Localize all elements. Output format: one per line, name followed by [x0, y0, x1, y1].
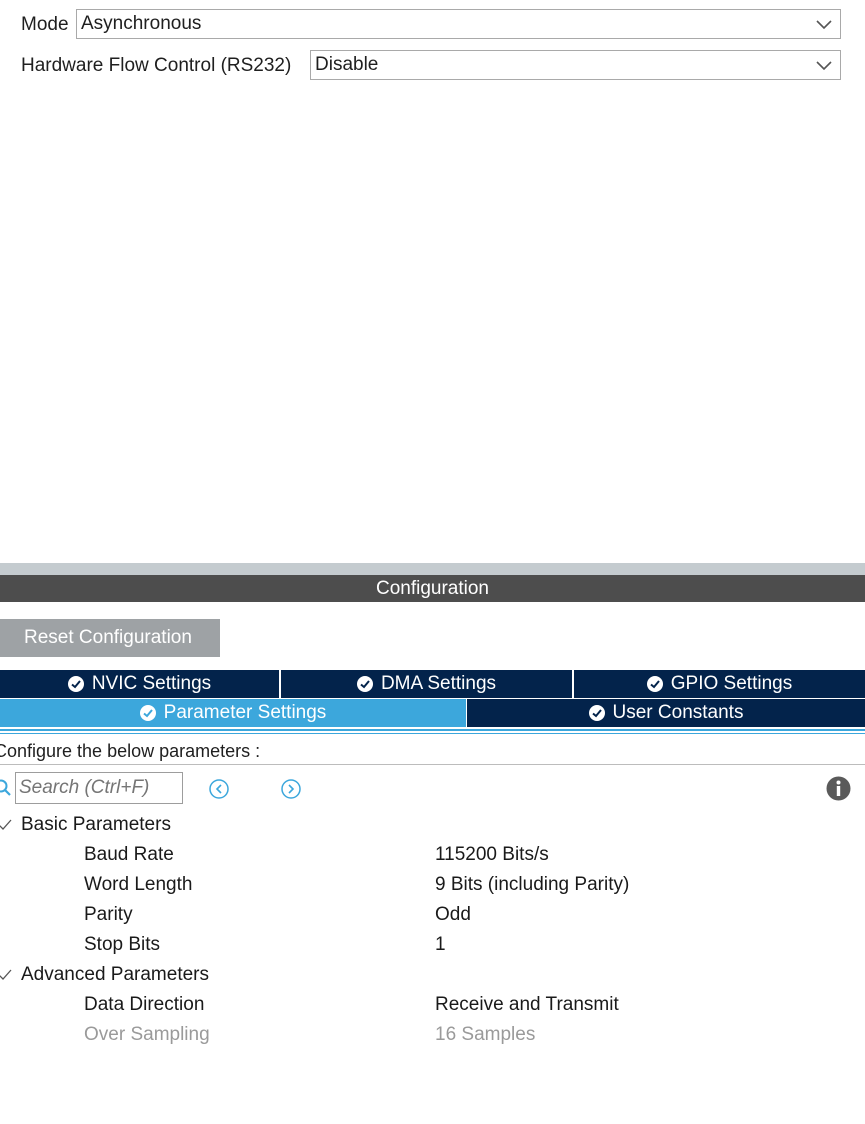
tab-underline [0, 729, 865, 731]
param-name[interactable]: Data Direction [84, 991, 204, 1019]
configuration-header: Configuration [0, 575, 865, 602]
previous-icon[interactable] [208, 778, 230, 800]
tab-user-constants[interactable]: User Constants [467, 699, 865, 727]
info-icon[interactable] [826, 776, 851, 801]
param-value[interactable]: 1 [435, 931, 446, 959]
mode-label: Mode [21, 14, 69, 35]
expanded-check-icon[interactable] [0, 968, 12, 982]
param-name[interactable]: Parity [84, 901, 133, 929]
check-circle-icon [139, 705, 156, 721]
check-circle-icon [67, 676, 84, 692]
check-circle-icon [356, 676, 373, 692]
reset-configuration-button[interactable]: Reset Configuration [0, 619, 220, 657]
tab-parameter-settings[interactable]: Parameter Settings [0, 699, 466, 727]
param-name[interactable]: Stop Bits [84, 931, 160, 959]
separator [0, 764, 865, 765]
tab-label: User Constants [612, 702, 744, 723]
mode-select[interactable]: Asynchronous [76, 9, 841, 39]
param-name: Over Sampling [84, 1024, 210, 1045]
param-value[interactable]: Receive and Transmit [435, 991, 619, 1019]
chevron-down-icon [816, 20, 832, 30]
param-name[interactable]: Baud Rate [84, 841, 174, 869]
param-name[interactable]: Word Length [84, 871, 192, 899]
search-icon[interactable] [0, 779, 12, 797]
flow-control-label: Hardware Flow Control (RS232) [21, 55, 292, 76]
param-value: 16 Samples [435, 1024, 536, 1045]
tab-label: NVIC Settings [91, 673, 212, 694]
mode-value: Asynchronous [81, 13, 202, 34]
group-basic-parameters[interactable]: Basic Parameters [21, 811, 171, 839]
chevron-down-icon [816, 61, 832, 71]
param-value[interactable]: 9 Bits (including Parity) [435, 871, 629, 899]
expanded-check-icon[interactable] [0, 818, 12, 832]
param-value[interactable]: Odd [435, 901, 471, 929]
tab-label: Parameter Settings [163, 702, 327, 723]
tab-label: DMA Settings [380, 673, 497, 694]
check-circle-icon [588, 705, 605, 721]
group-advanced-parameters[interactable]: Advanced Parameters [21, 961, 209, 989]
flow-control-value: Disable [315, 54, 379, 75]
configure-hint: Configure the below parameters : [0, 741, 261, 761]
tab-label: GPIO Settings [670, 673, 793, 694]
tab-dma-settings[interactable]: DMA Settings [281, 670, 573, 698]
panel-splitter[interactable] [0, 563, 865, 575]
check-circle-icon [646, 676, 663, 692]
next-icon[interactable] [280, 778, 302, 800]
flow-control-select[interactable]: Disable [310, 50, 841, 80]
search-input[interactable] [15, 772, 183, 804]
param-value[interactable]: 115200 Bits/s [435, 841, 549, 869]
tab-nvic-settings[interactable]: NVIC Settings [0, 670, 280, 698]
tab-gpio-settings[interactable]: GPIO Settings [574, 670, 865, 698]
tab-underline [0, 733, 865, 734]
